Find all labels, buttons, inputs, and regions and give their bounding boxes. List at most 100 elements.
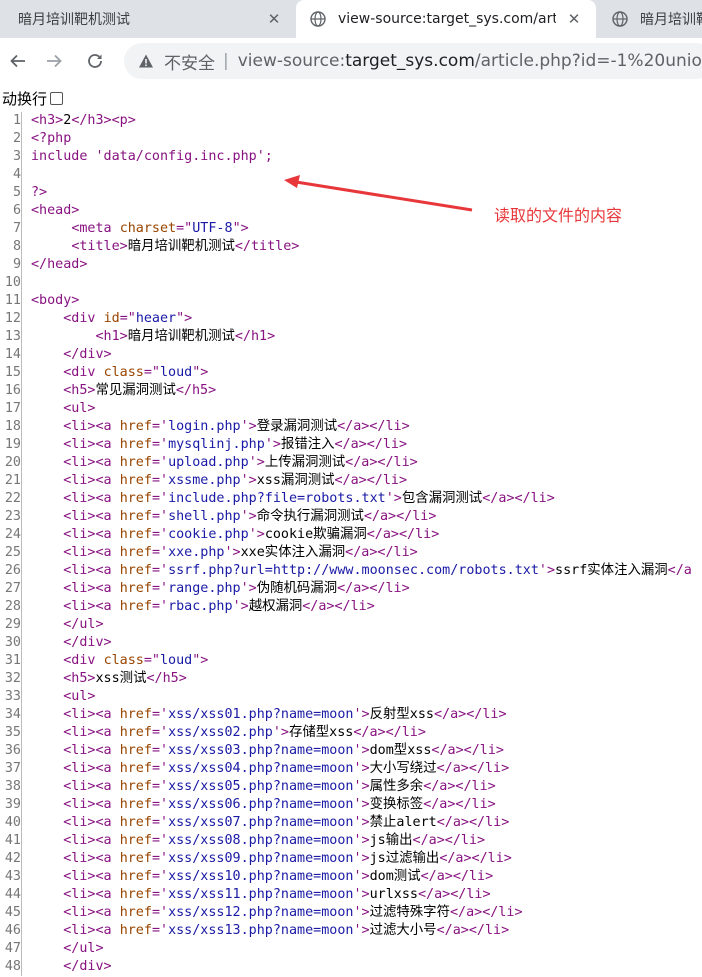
tag-text: =" [143,653,160,668]
text-content: 反射型xss [369,707,434,722]
attr-name: href [119,419,152,434]
attr-value[interactable]: upload.php [168,455,249,470]
tag-text: </a></li> [436,815,510,830]
warning-icon[interactable] [138,53,154,69]
attr-value[interactable]: xxe.php [168,545,224,560]
text-content [31,689,63,704]
line-code: <li><a href='login.php'>登录漏洞测试</a></li> [31,418,409,436]
tag-text: '> [272,725,289,740]
attr-value[interactable]: xss/xss01.php?name=moon [168,707,353,722]
tag-text: <li><a [63,905,120,920]
line-code: <body> [31,292,79,310]
text-content [31,455,63,470]
line-code: <li><a href='ssrf.php?url=http://www.moo… [31,562,692,580]
source-line: 3 include 'data/config.inc.php'; [0,148,702,166]
attr-value[interactable]: xss/xss05.php?name=moon [168,779,353,794]
attr-value[interactable]: xss/xss11.php?name=moon [168,887,353,902]
line-number: 21 [0,472,22,490]
attr-value[interactable]: xss/xss08.php?name=moon [168,833,353,848]
line-code: <ul> [31,400,95,418]
attr-value[interactable]: xss/xss03.php?name=moon [168,743,353,758]
attr-value[interactable]: include.php?file=robots.txt [168,491,386,506]
tag-text: <title> [71,239,128,254]
attr-value[interactable]: cookie.php [168,527,249,542]
attr-value[interactable]: xss/xss12.php?name=moon [168,905,353,920]
tab-bayue-1[interactable]: 暗月培训靶机测试 ✕ [0,0,296,38]
attr-value[interactable]: xss/xss10.php?name=moon [168,869,353,884]
text-content: 过滤特殊字符 [369,905,450,920]
line-number: 35 [0,724,22,742]
text-content: dom测试 [369,869,421,884]
tag-text: "> [232,221,249,236]
reload-button[interactable] [83,49,107,73]
attr-value[interactable]: UTF-8 [192,221,232,236]
line-number: 22 [0,490,22,508]
attr-value[interactable]: heaer [136,311,176,326]
tag-text: '> [353,887,370,902]
text-content [31,347,63,362]
line-code: <li><a href='include.php?file=robots.txt… [31,490,555,508]
text-content [31,887,63,902]
attr-value[interactable]: shell.php [168,509,241,524]
line-code: <li><a href='xss/xss11.php?name=moon'>ur… [31,886,490,904]
attr-value[interactable]: xss/xss09.php?name=moon [168,851,353,866]
text-content [31,743,63,758]
line-code: </div> [31,634,111,652]
back-button[interactable] [6,49,30,73]
text-content [31,905,63,920]
line-code: <li><a href='upload.php'>上传漏洞测试</a></li> [31,454,417,472]
tag-text: <li><a [63,509,120,524]
url-path: /article.php?id=-1%20union [474,51,702,71]
attr-name: href [119,869,152,884]
line-number: 19 [0,436,22,454]
tag-text: =' [151,599,169,614]
address-bar[interactable]: 不安全 | view-source: target_sys.com/article… [124,43,702,79]
attr-name: href [119,905,152,920]
attr-value[interactable]: xss/xss07.php?name=moon [168,815,353,830]
line-code: <meta charset="UTF-8"> [31,220,249,238]
source-line: 25 <li><a href='xxe.php'>xxe实体注入漏洞</a></… [0,544,702,562]
attr-value[interactable]: rbac.php [168,599,233,614]
attr-value[interactable]: xss/xss02.php [168,725,273,740]
text-content [31,365,63,380]
text-content: dom型xss [369,743,432,758]
source-line: 11 <body> [0,292,702,310]
line-code: <li><a href='xss/xss05.php?name=moon'>属性… [31,778,496,796]
tag-text: <li><a [63,419,120,434]
line-number: 46 [0,922,22,940]
tag-text: '> [248,527,265,542]
attr-value[interactable]: xss/xss06.php?name=moon [168,797,353,812]
source-line: 8 <title>暗月培训靶机测试</title> [0,238,702,256]
forward-button[interactable] [42,49,66,73]
attr-value[interactable]: range.php [168,581,241,596]
tab-view-source[interactable]: view-source:target_sys.com/article.php?i… [296,0,596,38]
line-code: </ul> [31,616,103,634]
tag-text: <li><a [63,851,120,866]
attr-value[interactable]: xssme.php [168,473,241,488]
source-line: 15 <div class="loud"> [0,364,702,382]
source-line: 26 <li><a href='ssrf.php?url=http://www.… [0,562,702,580]
attr-value[interactable]: loud [160,653,192,668]
attr-value[interactable]: xss/xss04.php?name=moon [168,761,353,776]
tag-text: <div [63,311,104,326]
text-content [31,527,63,542]
tag-text: </a></li> [436,923,510,938]
arrow-left-icon [10,54,25,68]
attr-name: charset [119,221,177,236]
line-number: 29 [0,616,22,634]
attr-value[interactable]: ssrf.php?url=http://www.moonsec.com/robo… [168,563,539,578]
line-number: 38 [0,778,22,796]
text-content [31,509,63,524]
tag-text: <li><a [63,527,120,542]
attr-value[interactable]: loud [160,365,192,380]
close-icon[interactable]: ✕ [566,10,582,28]
close-icon[interactable]: ✕ [266,10,282,28]
line-wrap-checkbox[interactable] [50,91,64,105]
attr-value[interactable]: xss/xss13.php?name=moon [168,923,353,938]
attr-value[interactable]: mysqlinj.php [168,437,265,452]
security-label[interactable]: 不安全 [164,49,215,74]
tab-bayue-2[interactable]: 暗月培训靶 [598,0,702,38]
tag-text: <li><a [63,707,120,722]
attr-value[interactable]: login.php [168,419,241,434]
source-line: 12 <div id="heaer"> [0,310,702,328]
